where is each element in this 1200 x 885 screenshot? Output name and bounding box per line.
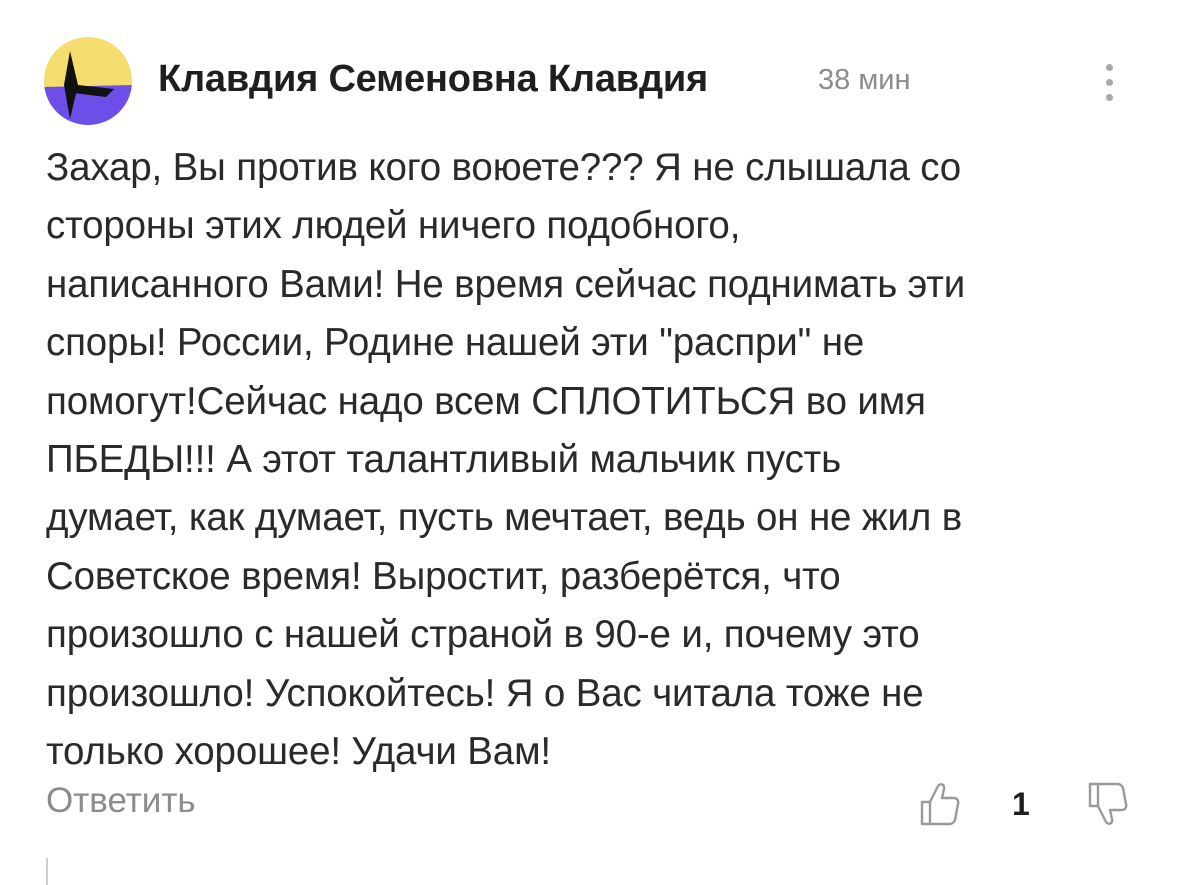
thumb-up-icon[interactable] (918, 780, 962, 828)
comment-timestamp: 38 мин (818, 64, 911, 96)
comment-text: Захар, Вы против кого воюете??? Я не слы… (46, 146, 966, 774)
thumb-up-svg (920, 783, 960, 826)
comment-author[interactable]: Клавдия Семеновна Клавдия (158, 58, 708, 101)
thumb-down-svg (1088, 782, 1128, 825)
more-options-dot (1106, 64, 1113, 71)
more-options-dot (1106, 94, 1113, 101)
abstract-avatar-icon (44, 37, 132, 125)
more-options-dot (1106, 79, 1113, 86)
like-count: 1 (1012, 786, 1030, 822)
reply-button[interactable]: Ответить (46, 781, 196, 821)
thumb-down-icon[interactable] (1086, 780, 1130, 828)
more-options-icon[interactable] (1096, 60, 1124, 106)
comment-card: Клавдия Семеновна Клавдия 38 мин Захар, … (0, 0, 1200, 885)
user-avatar[interactable] (44, 37, 132, 125)
thread-divider (46, 858, 48, 885)
